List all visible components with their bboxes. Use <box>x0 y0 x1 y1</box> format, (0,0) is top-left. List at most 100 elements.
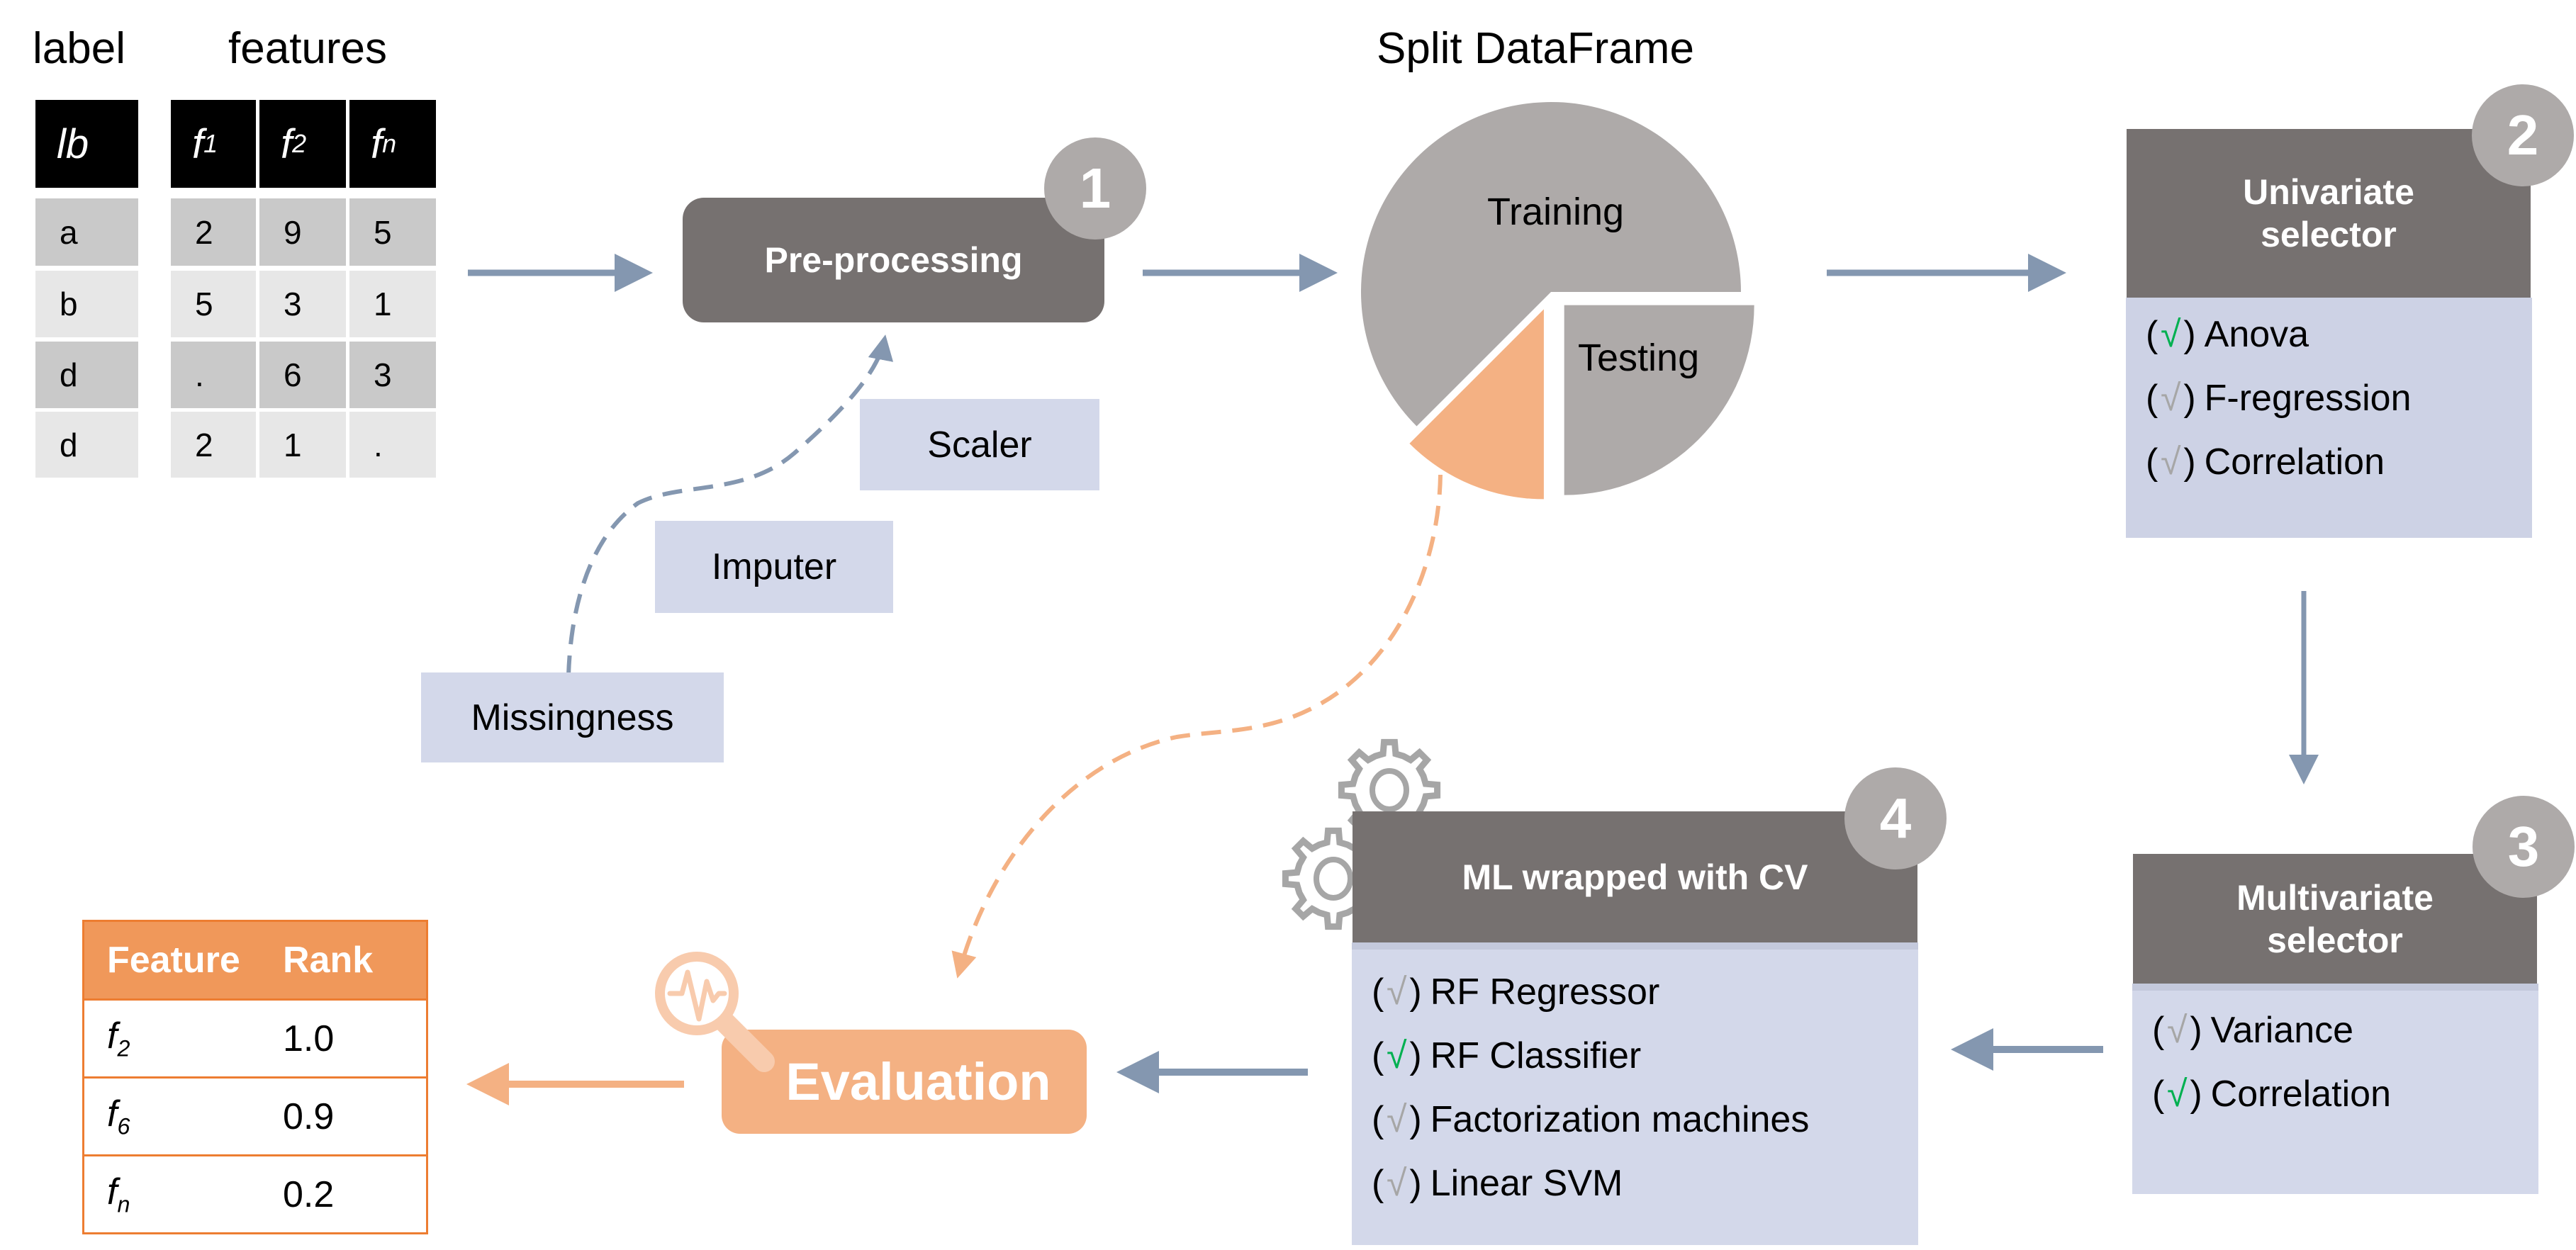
feature-header-sub: 2 <box>292 129 307 158</box>
paren-close: ) <box>2183 378 2196 419</box>
multivariate-title-line2: selector <box>2267 920 2403 960</box>
table-row: f2 1.0 <box>84 998 426 1076</box>
paren-open: ( <box>2146 314 2158 355</box>
rank-value: 1.0 <box>283 1018 335 1059</box>
feature-column-header: f2 <box>259 100 346 188</box>
ml-option-factorization-machines[interactable]: (√) Factorization machines <box>1372 1098 1809 1141</box>
panel-top-rule <box>2132 984 2538 991</box>
ml-option-rf-regressor[interactable]: (√) RF Regressor <box>1372 971 1659 1013</box>
pie-label-testing: Testing <box>1578 337 1700 379</box>
univariate-header[interactable]: Univariate selector <box>2127 129 2531 298</box>
paren-close: ) <box>2190 1010 2202 1051</box>
check-icon-unselected: √ <box>2167 1010 2188 1051</box>
option-label: RF Regressor <box>1430 972 1660 1013</box>
preprocessing-title: Pre-processing <box>764 240 1023 280</box>
univariate-option-anova[interactable]: (√) Anova <box>2146 313 2309 356</box>
option-label: Factorization machines <box>1430 1099 1810 1140</box>
paren-close: ) <box>1409 1035 1422 1076</box>
split-pie-chart <box>1360 101 1754 500</box>
pie-slice-testing <box>1564 305 1754 495</box>
feature-cell: 1 <box>259 412 346 478</box>
missingness-box[interactable]: Missingness <box>421 672 724 762</box>
paren-open: ( <box>1372 1163 1384 1204</box>
ml-option-rf-classifier[interactable]: (√) RF Classifier <box>1372 1035 1641 1077</box>
feature-header-sub: 1 <box>203 129 218 158</box>
univariate-option-f-regression[interactable]: (√) F-regression <box>2146 377 2412 420</box>
rank-value: 0.2 <box>283 1173 335 1215</box>
step-badge-2: 2 <box>2472 84 2574 186</box>
step-badge-4: 4 <box>1844 767 1947 869</box>
feature-cell: 2 <box>171 198 256 266</box>
univariate-title-line2: selector <box>2261 215 2397 254</box>
option-label: Linear SVM <box>1430 1163 1623 1204</box>
rank-table-header: Feature Rank <box>84 922 426 998</box>
option-label: Anova <box>2204 314 2309 355</box>
missingness-label: Missingness <box>471 697 674 738</box>
paren-close: ) <box>2183 314 2196 355</box>
check-icon-unselected: √ <box>1387 972 1407 1013</box>
magnifier-pulse-icon <box>655 952 775 1072</box>
check-icon-unselected: √ <box>2161 378 2181 419</box>
multivariate-option-correlation[interactable]: (√) Correlation <box>2152 1073 2391 1115</box>
feature-cell: 5 <box>349 198 436 266</box>
feature-header-name: f <box>371 120 383 167</box>
paren-close: ) <box>1409 1099 1422 1140</box>
check-icon-selected: √ <box>1387 1035 1407 1076</box>
feature-cell: 3 <box>259 271 346 337</box>
feature-sub: n <box>117 1191 130 1217</box>
label-column-header: lb <box>35 100 138 188</box>
imputer-label: Imputer <box>711 546 837 587</box>
paren-open: ( <box>2146 378 2158 419</box>
feature-header-name: f <box>192 120 204 167</box>
feature-header-name: f <box>281 120 293 167</box>
preprocessing-step[interactable]: Pre-processing <box>683 198 1104 322</box>
feature-name: f6 <box>84 1093 283 1139</box>
scaler-box[interactable]: Scaler <box>860 399 1099 490</box>
univariate-option-correlation[interactable]: (√) Correlation <box>2146 441 2385 483</box>
multivariate-header[interactable]: Multivariate selector <box>2133 854 2537 984</box>
label-cell: d <box>35 412 138 478</box>
label-heading: label <box>33 24 125 73</box>
paren-open: ( <box>2146 441 2158 483</box>
paren-close: ) <box>1409 1163 1422 1204</box>
ml-options-panel: (√) RF Regressor (√) RF Classifier (√) F… <box>1352 942 1918 1245</box>
paren-close: ) <box>1409 972 1422 1013</box>
label-cell: d <box>35 342 138 408</box>
feature-sub: 2 <box>117 1035 130 1062</box>
column-header-rank: Rank <box>283 940 374 981</box>
check-icon-selected: √ <box>2167 1074 2188 1115</box>
feature-symbol: f <box>107 1171 118 1213</box>
rank-value: 0.9 <box>283 1096 335 1137</box>
feature-name: f2 <box>84 1015 283 1062</box>
ml-header[interactable]: ML wrapped with CV <box>1353 811 1917 942</box>
check-icon-unselected: √ <box>2161 441 2181 483</box>
feature-column-header: fn <box>349 100 436 188</box>
univariate-title-line1: Univariate <box>2243 172 2414 212</box>
dashed-arrow-missingness-to-preprocessing <box>566 334 894 676</box>
feature-symbol: f <box>107 1093 118 1135</box>
multivariate-option-variance[interactable]: (√) Variance <box>2152 1009 2353 1052</box>
imputer-box[interactable]: Imputer <box>655 521 893 613</box>
paren-open: ( <box>1372 1035 1384 1076</box>
feature-cell: . <box>349 412 436 478</box>
feature-header-sub: n <box>382 129 397 158</box>
feature-cell: 1 <box>349 271 436 337</box>
feature-name: fn <box>84 1171 283 1217</box>
paren-close: ) <box>2183 441 2196 483</box>
split-title: Split DataFrame <box>1377 24 1694 73</box>
option-label: Correlation <box>2210 1074 2391 1115</box>
step-badge-3: 3 <box>2473 796 2575 898</box>
check-icon-unselected: √ <box>1387 1163 1407 1204</box>
ml-option-linear-svm[interactable]: (√) Linear SVM <box>1372 1162 1623 1205</box>
multivariate-title-line1: Multivariate <box>2236 877 2434 918</box>
label-cell: a <box>35 198 138 266</box>
check-icon-unselected: √ <box>1387 1099 1407 1140</box>
feature-sub: 6 <box>117 1113 130 1139</box>
feature-cell: 2 <box>171 412 256 478</box>
feature-cell: 9 <box>259 198 346 266</box>
option-label: RF Classifier <box>1430 1035 1642 1076</box>
feature-rank-table: Feature Rank f2 1.0 f6 0.9 fn 0.2 <box>82 920 428 1234</box>
table-row: f6 0.9 <box>84 1076 426 1154</box>
feature-cell: 5 <box>171 271 256 337</box>
feature-cell: 6 <box>259 342 346 408</box>
